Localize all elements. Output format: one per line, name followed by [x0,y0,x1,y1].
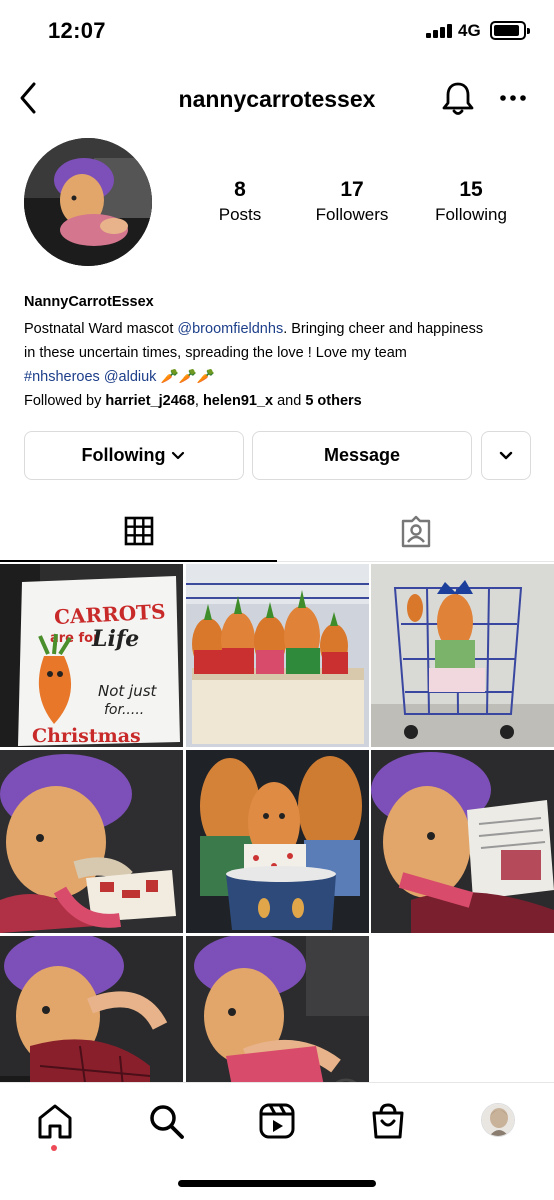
home-indicator [178,1180,376,1187]
following-button[interactable]: Following [24,431,244,480]
bell-icon[interactable] [440,78,476,118]
post-thumbnail[interactable]: CARROTS are for Life Not just for..... C… [0,564,183,747]
followed-user: harriet_j2468 [105,393,195,409]
profile-avatar[interactable] [24,138,152,266]
bio-text: Postnatal Ward mascot [24,321,178,337]
message-button[interactable]: Message [252,431,472,480]
followed-by[interactable]: Followed by harriet_j2468, helen91_x and… [24,389,534,413]
followers-stat[interactable]: 17 Followers [292,178,412,225]
search-icon[interactable] [146,1101,186,1141]
followed-by-prefix: Followed by [24,393,106,409]
shop-icon[interactable] [368,1101,408,1141]
following-label: Following [435,205,507,224]
followed-others: 5 others [305,393,362,409]
followed-user: helen91_x [202,393,274,409]
posts-label: Posts [218,205,262,224]
post-thumbnail[interactable] [371,750,554,933]
pillow-text: Life [91,626,139,652]
following-count: 15 [459,178,483,201]
home-icon[interactable] [35,1101,75,1141]
top-nav: nannycarrotessex [0,62,554,134]
bio-text: . Bringing cheer and happiness [283,321,484,337]
network-label: 4G [458,21,481,40]
bio-mention-aldi[interactable]: @aldiuk [104,369,157,385]
posts-stat[interactable]: 8 Posts [180,178,300,225]
bio-hashtag[interactable]: #nhsheroes [24,369,100,385]
tab-tagged[interactable] [277,502,554,562]
more-icon[interactable] [498,90,528,106]
display-name: NannyCarrotEssex [24,294,154,310]
post-thumbnail[interactable] [0,750,183,933]
profile-bio: NannyCarrotEssex Postnatal Ward mascot @… [24,290,534,413]
reels-icon[interactable] [257,1101,297,1141]
post-thumbnail[interactable] [186,564,369,747]
profile-avatar-nav[interactable] [481,1103,515,1137]
bio-line-1: Postnatal Ward mascot @broomfieldnhs. Br… [24,317,534,341]
followers-label: Followers [315,205,389,224]
suggested-dropdown-button[interactable] [481,431,531,480]
chevron-down-icon [172,451,185,459]
tagged-icon [401,515,430,547]
signal-icon [426,24,454,38]
followers-count: 17 [340,178,364,201]
pillow-text: Christmas [32,725,141,747]
post-thumbnail[interactable] [371,564,554,747]
chevron-down-icon [499,451,513,459]
pillow-text: Not just [98,682,158,700]
followed-and: and [273,393,306,409]
battery-icon [490,21,530,40]
posts-count: 8 [234,178,246,201]
followed-sep: , [194,393,203,409]
profile-stats: 8 Posts 17 Followers 15 Following [180,178,540,238]
post-thumbnail[interactable] [186,750,369,933]
following-button-label: Following [81,445,166,465]
following-stat[interactable]: 15 Following [411,178,531,225]
bio-emojis: 🥕🥕🥕 [160,369,215,385]
pillow-text: for..... [104,702,144,718]
bio-mention-broomfield[interactable]: @broomfieldnhs [177,321,283,337]
status-bar: 12:07 4G [0,0,554,60]
notification-dot [51,1145,57,1151]
bio-line-3: #nhsheroes @aldiuk 🥕🥕🥕 [24,365,534,389]
message-button-label: Message [323,445,401,465]
status-time: 12:07 [48,18,106,43]
tab-posts-grid[interactable] [0,502,277,562]
profile-tabs [0,502,554,562]
bio-line-2: in these uncertain times, spreading the … [24,345,407,361]
grid-icon [124,516,153,546]
